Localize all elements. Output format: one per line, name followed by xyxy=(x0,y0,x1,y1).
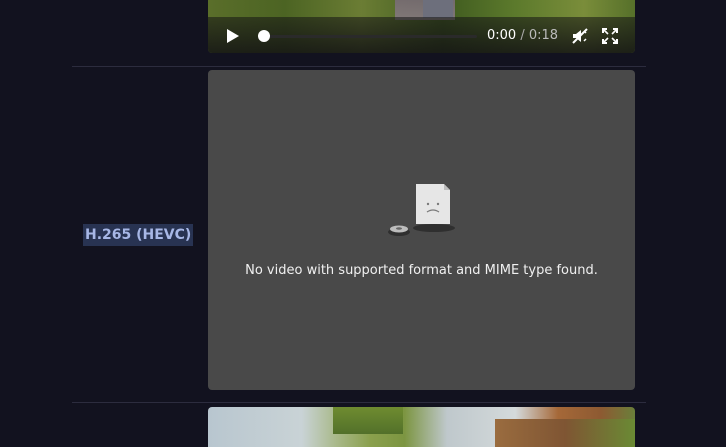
fullscreen-button[interactable] xyxy=(601,27,619,45)
time-separator: / xyxy=(520,28,525,43)
video-controls: 0:00 / 0:18 xyxy=(208,17,635,53)
current-time: 0:00 xyxy=(487,28,517,43)
codec-label: H.265 (HEVC) xyxy=(83,224,194,246)
time-display: 0:00 / 0:18 xyxy=(487,27,558,45)
duration: 0:18 xyxy=(528,28,559,43)
top-video-player[interactable]: 0:00 / 0:18 xyxy=(208,0,635,53)
play-icon xyxy=(227,29,239,43)
video-frame-detail xyxy=(495,419,635,447)
broken-file-icon xyxy=(388,184,455,236)
unsupported-format-message: No video with supported format and MIME … xyxy=(245,263,598,278)
mute-icon xyxy=(572,28,588,44)
bottom-video-player[interactable] xyxy=(208,407,635,447)
seek-bar[interactable] xyxy=(258,30,477,42)
fullscreen-icon xyxy=(602,28,618,44)
video-frame-detail xyxy=(423,0,453,18)
row-divider xyxy=(72,402,646,403)
seek-bar-handle[interactable] xyxy=(258,30,270,42)
row-divider xyxy=(72,66,646,67)
video-frame-detail xyxy=(333,407,403,434)
play-button[interactable] xyxy=(224,27,242,45)
mute-button[interactable] xyxy=(571,27,589,45)
unsupported-video-player[interactable]: No video with supported format and MIME … xyxy=(208,70,635,390)
